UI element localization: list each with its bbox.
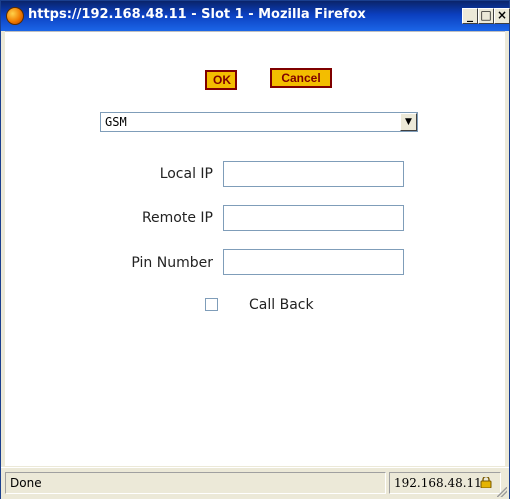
ok-button[interactable]: OK [205,70,237,90]
window-title: https://192.168.48.11 - Slot 1 - Mozilla… [28,7,366,22]
minimize-button[interactable]: _ [462,8,478,24]
status-bar: Done 192.168.48.11 [1,467,509,499]
local-ip-label: Local IP [159,166,213,182]
dialog-content: OK Cancel GSM ▼ Local IP Remote IP Pin N… [5,31,505,466]
lock-icon[interactable] [480,477,492,488]
local-ip-input[interactable] [223,161,404,187]
pin-number-label: Pin Number [131,255,213,271]
close-button[interactable]: × [494,8,510,24]
browser-window: https://192.168.48.11 - Slot 1 - Mozilla… [0,0,510,499]
cancel-button[interactable]: Cancel [270,68,332,88]
maximize-button[interactable]: □ [478,8,494,24]
connection-type-value: GSM [105,115,127,129]
remote-ip-label: Remote IP [141,210,213,226]
pin-number-input[interactable] [223,249,404,275]
chevron-down-icon[interactable]: ▼ [400,113,417,131]
remote-ip-input[interactable] [223,205,404,231]
resize-grip[interactable] [497,487,507,497]
call-back-label: Call Back [249,297,314,313]
connection-type-select[interactable]: GSM ▼ [100,112,418,132]
title-bar[interactable]: https://192.168.48.11 - Slot 1 - Mozilla… [1,1,510,31]
call-back-checkbox[interactable] [205,298,218,311]
status-host-text: 192.168.48.11 [394,476,482,490]
status-host: 192.168.48.11 [389,472,501,494]
status-text: Done [5,472,386,494]
firefox-icon [6,7,24,25]
